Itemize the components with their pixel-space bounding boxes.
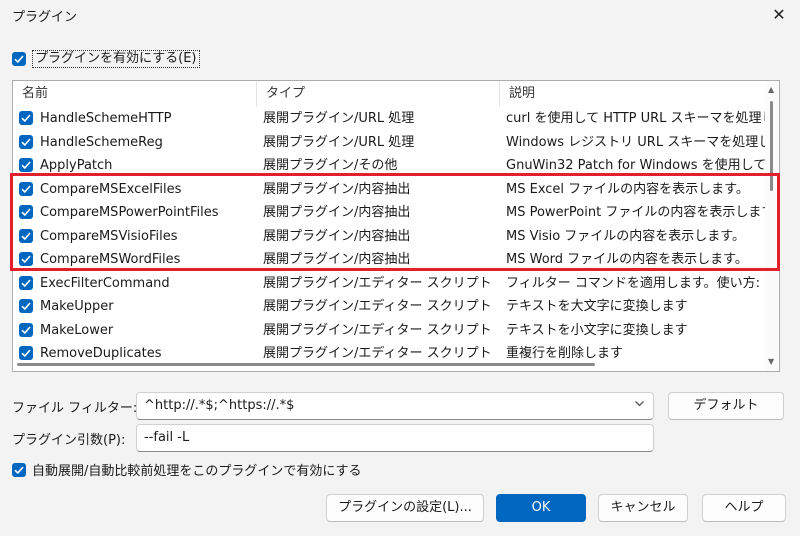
column-header-description[interactable]: 説明 [500, 81, 765, 107]
plugin-name: ExecFilterCommand [40, 275, 170, 291]
checkmark-icon[interactable] [12, 462, 26, 477]
checkmark-icon[interactable] [19, 111, 33, 125]
enable-plugins-checkbox[interactable]: プラグインを有効にする(E) [12, 50, 200, 68]
plugin-name: HandleSchemeReg [40, 134, 163, 150]
cancel-button[interactable]: キャンセル [598, 494, 688, 522]
scroll-down-icon[interactable]: ▼ [768, 357, 774, 366]
default-button[interactable]: デフォルト [668, 392, 784, 420]
window-title: プラグイン [12, 10, 78, 25]
plugin-args-value[interactable]: --fail -L [144, 430, 189, 445]
column-header-type[interactable]: タイプ [257, 81, 500, 107]
auto-unpack-checkbox[interactable]: 自動展開/自動比較前処理をこのプラグインで有効にする [12, 460, 362, 479]
checkmark-icon[interactable] [19, 346, 33, 360]
plugin-type: 展開プラグイン/エディター スクリプト [263, 346, 492, 361]
plugin-args-input[interactable]: --fail -L [136, 424, 654, 452]
column-header-name[interactable]: 名前 [13, 81, 257, 107]
close-icon[interactable]: ✕ [766, 2, 792, 28]
table-row[interactable]: MakeUpper 展開プラグイン/エディター スクリプト テキストを大文字に変換し… [13, 295, 765, 318]
checkmark-icon[interactable] [19, 134, 33, 149]
plugin-name: MakeLower [40, 322, 114, 338]
file-filter-value[interactable]: ^http://.*$;^https://.*$ [144, 398, 294, 413]
plugin-description: テキストを大文字に変換します [506, 299, 688, 314]
checkmark-icon[interactable] [19, 322, 33, 337]
plugin-description: curl を使用して HTTP URL スキーマを処理しま [506, 111, 768, 126]
plugin-type: 展開プラグイン/URL 処理 [263, 111, 415, 126]
checkmark-icon[interactable] [19, 158, 33, 172]
highlight-annotation [10, 173, 780, 271]
table-row[interactable]: ExecFilterCommand 展開プラグイン/エディター スクリプト フィルタ… [13, 272, 768, 295]
chevron-down-icon[interactable] [634, 398, 645, 412]
plugin-description: Windows レジストリ URL スキーマを処理しま [506, 134, 768, 150]
plugin-type: 展開プラグイン/URL 処理 [263, 134, 415, 150]
scroll-up-icon[interactable]: ▲ [768, 85, 774, 94]
checkmark-icon[interactable] [19, 299, 33, 313]
plugin-description: テキストを小文字に変換します [506, 322, 688, 338]
ok-button[interactable]: OK [496, 494, 586, 522]
plugin-type: 展開プラグイン/エディター スクリプト [263, 275, 492, 291]
file-filter-combobox[interactable]: ^http://.*$;^https://.*$ [136, 392, 654, 420]
file-filter-label: ファイル フィルター: [12, 401, 138, 416]
plugin-description: 重複行を削除します [506, 346, 624, 361]
auto-unpack-label: 自動展開/自動比較前処理をこのプラグインで有効にする [32, 464, 362, 479]
plugin-name: MakeUpper [40, 299, 114, 314]
plugin-settings-button[interactable]: プラグインの設定(L)... [326, 494, 484, 522]
list-header: 名前 タイプ 説明 [13, 81, 779, 107]
enable-plugins-label: プラグインを有効にする(E) [32, 50, 200, 68]
plugin-description: フィルター コマンドを適用します。使い方: Exec [506, 275, 768, 291]
plugin-name: RemoveDuplicates [40, 346, 162, 361]
checkmark-icon[interactable] [12, 52, 26, 66]
plugin-type: 展開プラグイン/エディター スクリプト [263, 299, 492, 314]
table-row[interactable]: MakeLower 展開プラグイン/エディター スクリプト テキストを小文字に変換し… [13, 319, 765, 342]
horizontal-scroll-thumb[interactable] [17, 363, 595, 366]
help-button[interactable]: ヘルプ [702, 494, 786, 522]
table-row[interactable]: HandleSchemeReg 展開プラグイン/URL 処理 Windows レジス… [13, 131, 768, 154]
plugin-name: HandleSchemeHTTP [40, 111, 172, 126]
table-row[interactable]: HandleSchemeHTTP 展開プラグイン/URL 処理 curl を使用して… [13, 107, 768, 130]
plugin-type: 展開プラグイン/エディター スクリプト [263, 322, 492, 338]
table-row[interactable]: RemoveDuplicates 展開プラグイン/エディター スクリプト 重複行を削… [13, 342, 765, 365]
plugin-args-label: プラグイン引数(P): [12, 433, 126, 448]
checkmark-icon[interactable] [19, 275, 33, 290]
